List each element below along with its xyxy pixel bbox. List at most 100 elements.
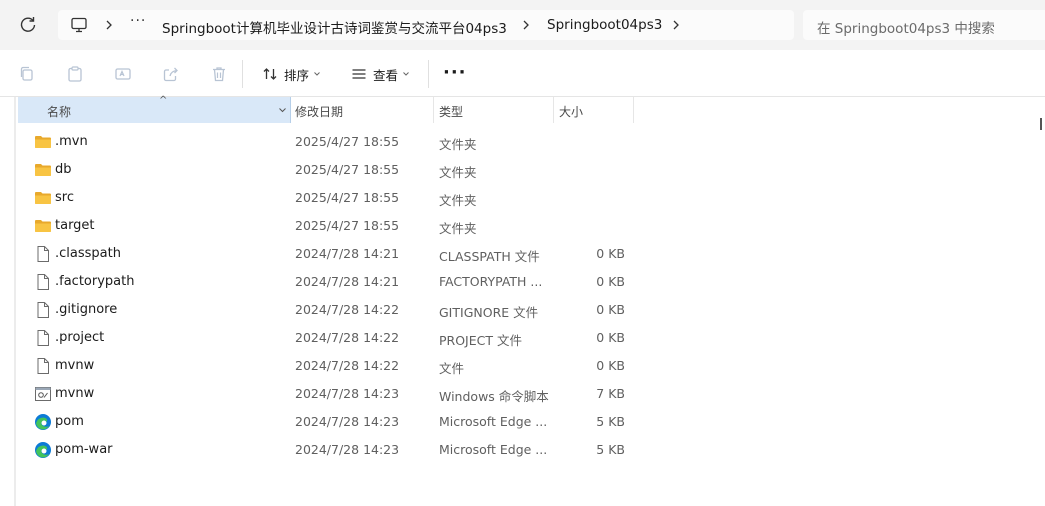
- file-icon: [34, 273, 52, 291]
- file-modified-date: 2024/7/28 14:22: [295, 302, 400, 317]
- column-header-size[interactable]: 大小: [553, 97, 634, 123]
- file-type: 文件夹: [439, 165, 477, 180]
- file-type: Windows 命令脚本: [439, 389, 549, 404]
- file-type: Microsoft Edge ...: [439, 414, 548, 429]
- file-row[interactable]: db 2025/4/27 18:55 文件夹: [18, 156, 638, 184]
- column-header-type[interactable]: 类型: [433, 97, 554, 123]
- file-type: 文件夹: [439, 221, 477, 236]
- file-size: 7 KB: [596, 386, 625, 401]
- sort-button[interactable]: 排序: [262, 64, 327, 84]
- file-name: .classpath: [55, 246, 121, 261]
- file-name: .project: [55, 330, 105, 345]
- file-size: 0 KB: [596, 358, 625, 373]
- address-bar[interactable]: ··· Springboot计算机毕业设计古诗词鉴赏与交流平台04ps3 Spr…: [58, 10, 794, 40]
- file-name: mvnw: [55, 358, 95, 373]
- command-bar: 排序 查看 ···: [0, 50, 1045, 130]
- file-type: PROJECT 文件: [439, 333, 522, 348]
- file-row[interactable]: mvnw 2024/7/28 14:22 文件 0 KB: [18, 352, 638, 380]
- edge-icon: [34, 441, 52, 459]
- folder-icon: [34, 189, 52, 207]
- chevron-down-icon: [403, 72, 409, 76]
- folder-icon: [34, 133, 52, 151]
- file-name: .mvn: [55, 134, 88, 149]
- file-name: db: [55, 162, 72, 177]
- file-size: 0 KB: [596, 274, 625, 289]
- share-icon[interactable]: [162, 65, 180, 83]
- file-type: CLASSPATH 文件: [439, 249, 540, 264]
- file-size: 0 KB: [596, 330, 625, 345]
- chevron-right-icon[interactable]: [104, 18, 114, 32]
- file-modified-date: 2025/4/27 18:55: [295, 134, 400, 149]
- list-left-border: [14, 97, 16, 506]
- file-size: 5 KB: [596, 414, 625, 429]
- file-name: mvnw: [55, 386, 95, 401]
- file-row[interactable]: .gitignore 2024/7/28 14:22 GITIGNORE 文件 0 K…: [18, 296, 638, 324]
- file-modified-date: 2024/7/28 14:23: [295, 386, 400, 401]
- column-header-type-label: 类型: [439, 105, 464, 119]
- file-type: 文件夹: [439, 193, 477, 208]
- breadcrumb-overflow[interactable]: ···: [130, 13, 146, 29]
- file-modified-date: 2025/4/27 18:55: [295, 190, 400, 205]
- search-input[interactable]: 在 Springboot04ps3 中搜索: [803, 10, 1045, 40]
- view-list-icon: [352, 69, 366, 79]
- file-name: .gitignore: [55, 302, 118, 317]
- file-row[interactable]: .mvn 2025/4/27 18:55 文件夹: [18, 128, 638, 156]
- file-size: 5 KB: [596, 442, 625, 457]
- file-row[interactable]: .factorypath 2024/7/28 14:21 FACTORYPATH .…: [18, 268, 638, 296]
- file-modified-date: 2024/7/28 14:21: [295, 246, 400, 261]
- column-header-name[interactable]: 名称: [18, 97, 291, 123]
- chevron-down-icon[interactable]: [278, 106, 287, 114]
- file-modified-date: 2025/4/27 18:55: [295, 162, 400, 177]
- file-row[interactable]: pom-war 2024/7/28 14:23 Microsoft Edge ...…: [18, 436, 638, 464]
- column-header-size-label: 大小: [559, 105, 584, 119]
- delete-icon[interactable]: [210, 65, 228, 83]
- file-type: 文件夹: [439, 137, 477, 152]
- file-modified-date: 2024/7/28 14:22: [295, 358, 400, 373]
- sort-label: 排序: [284, 67, 310, 83]
- toolbar-divider: [242, 60, 243, 88]
- breadcrumb-item-project[interactable]: Springboot计算机毕业设计古诗词鉴赏与交流平台04ps3: [162, 17, 507, 37]
- file-name: pom: [55, 414, 84, 429]
- toolbar-divider: [428, 60, 429, 88]
- rename-icon[interactable]: [114, 65, 132, 83]
- file-row[interactable]: mvnw 2024/7/28 14:23 Windows 命令脚本 7 KB: [18, 380, 638, 408]
- refresh-icon[interactable]: [17, 14, 39, 36]
- column-header-modified[interactable]: 修改日期: [290, 97, 434, 123]
- sort-icon: [263, 68, 277, 80]
- file-row[interactable]: .classpath 2024/7/28 14:21 CLASSPATH 文件 0 K…: [18, 240, 638, 268]
- file-size: 0 KB: [596, 246, 625, 261]
- file-type: 文件: [439, 361, 465, 376]
- script-icon: [34, 385, 52, 403]
- file-type: Microsoft Edge ...: [439, 442, 548, 457]
- file-icon: [34, 245, 52, 263]
- chevron-right-icon[interactable]: [521, 18, 531, 32]
- column-header-modified-label: 修改日期: [295, 105, 344, 119]
- file-modified-date: 2024/7/28 14:21: [295, 274, 400, 289]
- file-modified-date: 2025/4/27 18:55: [295, 218, 400, 233]
- breadcrumb-item-folder[interactable]: Springboot04ps3: [547, 17, 662, 33]
- file-icon: [34, 357, 52, 375]
- file-size: 0 KB: [596, 302, 625, 317]
- file-row[interactable]: pom 2024/7/28 14:23 Microsoft Edge ... 5 KB: [18, 408, 638, 436]
- paste-icon[interactable]: [66, 65, 84, 83]
- file-row[interactable]: src 2025/4/27 18:55 文件夹: [18, 184, 638, 212]
- folder-icon: [34, 217, 52, 235]
- file-name: target: [55, 218, 95, 233]
- copy-icon[interactable]: [18, 65, 36, 83]
- file-icon: [34, 301, 52, 319]
- more-options-button[interactable]: ···: [443, 62, 467, 83]
- file-row[interactable]: target 2025/4/27 18:55 文件夹: [18, 212, 638, 240]
- this-pc-icon: [71, 17, 87, 33]
- file-type: FACTORYPATH ...: [439, 274, 543, 289]
- file-modified-date: 2024/7/28 14:23: [295, 442, 400, 457]
- view-button[interactable]: 查看: [351, 64, 416, 84]
- file-type: GITIGNORE 文件: [439, 305, 539, 320]
- address-bar-row: ··· Springboot计算机毕业设计古诗词鉴赏与交流平台04ps3 Spr…: [0, 0, 1045, 50]
- file-row[interactable]: .project 2024/7/28 14:22 PROJECT 文件 0 KB: [18, 324, 638, 352]
- folder-icon: [34, 161, 52, 179]
- file-modified-date: 2024/7/28 14:23: [295, 414, 400, 429]
- file-name: src: [55, 190, 74, 205]
- chevron-right-icon[interactable]: [671, 18, 681, 32]
- search-placeholder: 在 Springboot04ps3 中搜索: [817, 21, 995, 37]
- sort-ascending-icon: ^: [159, 95, 168, 106]
